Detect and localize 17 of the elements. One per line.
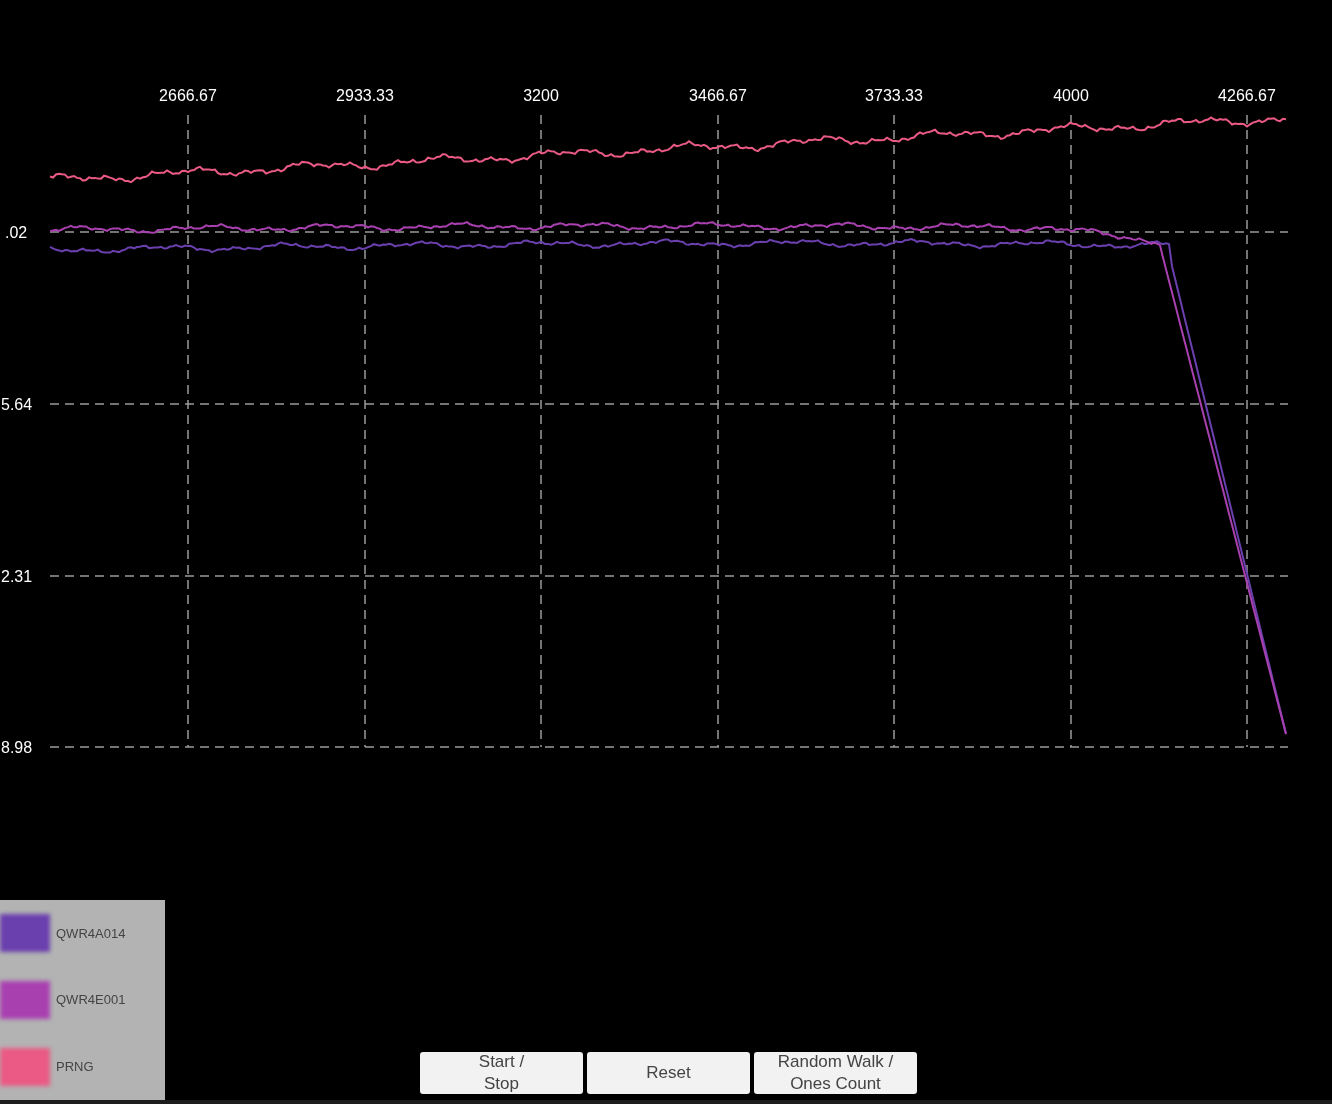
x-axis-label: 3200 bbox=[523, 87, 559, 104]
x-axis-label: 3466.67 bbox=[689, 87, 747, 104]
x-axis-label: 4266.67 bbox=[1218, 87, 1276, 104]
control-button[interactable]: Start / Stop bbox=[420, 1052, 583, 1094]
x-axis-label: 2933.33 bbox=[336, 87, 394, 104]
x-axis-label: 2666.67 bbox=[159, 87, 217, 104]
legend-label: QWR4E001 bbox=[56, 991, 126, 1010]
control-button[interactable]: Reset bbox=[587, 1052, 750, 1094]
y-axis-label: .02 bbox=[5, 224, 28, 241]
x-axis-label: 4000 bbox=[1053, 87, 1089, 104]
y-axis-label: 8.98 bbox=[1, 739, 33, 756]
x-axis-label: 3733.33 bbox=[865, 87, 923, 104]
control-button[interactable]: Random Walk / Ones Count bbox=[754, 1052, 917, 1094]
legend-label: QWR4A014 bbox=[56, 924, 126, 943]
y-axis-label: 5.64 bbox=[1, 396, 33, 413]
y-axis-label: 2.31 bbox=[1, 568, 33, 585]
legend-label: PRNG bbox=[56, 1057, 94, 1076]
